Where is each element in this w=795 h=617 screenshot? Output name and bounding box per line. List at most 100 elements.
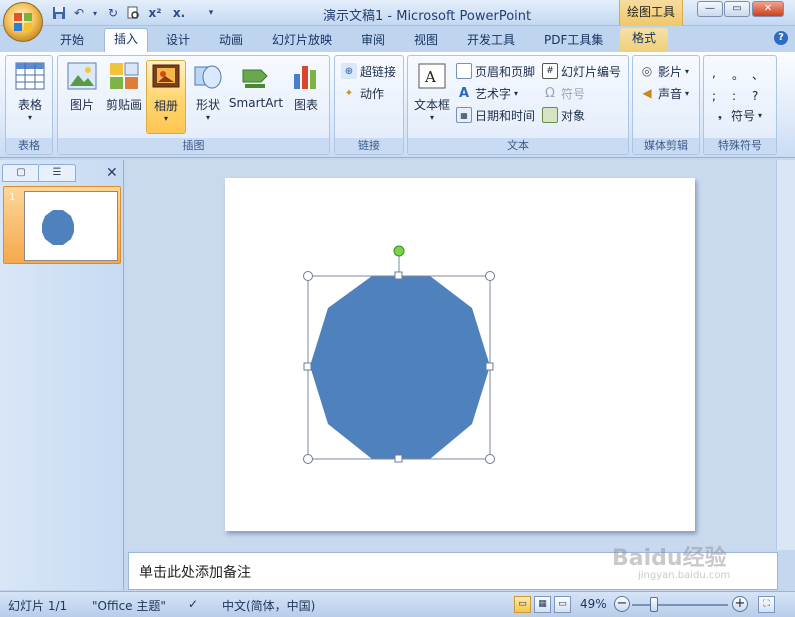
table-button[interactable]: 表格 ▾	[10, 60, 50, 134]
handle-top-right	[485, 271, 495, 281]
superscript-icon[interactable]: x²	[146, 4, 164, 22]
sound-label: 声音	[658, 86, 683, 101]
tab-insert[interactable]: 插入	[104, 28, 149, 52]
group-label-text: 文本	[408, 138, 628, 154]
tab-review[interactable]: 审阅	[361, 30, 385, 52]
symbol-enum-comma[interactable]: 、	[752, 66, 772, 83]
outline-tab[interactable]: ☰	[38, 164, 76, 182]
zoom-out-button[interactable]: −	[614, 596, 630, 612]
vertical-scrollbar[interactable]	[776, 160, 795, 550]
slideshow-view-button[interactable]: ▭	[554, 596, 571, 613]
watermark-sub: jingyan.baidu.com	[638, 570, 731, 581]
symbol-period[interactable]: 。	[732, 66, 752, 83]
tab-developer[interactable]: 开发工具	[467, 30, 515, 52]
save-icon[interactable]	[50, 4, 68, 22]
table-icon	[14, 60, 46, 92]
close-icon[interactable]: ✕	[106, 165, 118, 181]
slide-thumbnail[interactable]	[24, 191, 118, 261]
minimize-button[interactable]: —	[697, 1, 723, 17]
sound-button[interactable]: ◀ 声音 ▾	[639, 83, 689, 103]
language-indicator: 中文(简体，中国)	[222, 599, 316, 613]
svg-text:A: A	[424, 68, 436, 86]
symbol-colon[interactable]: :	[732, 89, 752, 103]
baidu-watermark: Baidu经验 jingyan.baidu.com	[612, 540, 752, 586]
speaker-icon: ◀	[642, 86, 652, 100]
chart-button[interactable]: 图表	[288, 60, 324, 134]
smartart-button[interactable]: SmartArt	[228, 60, 284, 134]
slide-number-icon: #	[542, 63, 558, 79]
table-button-label: 表格	[17, 98, 42, 112]
symbol-grid: , 。 、 ; : ?	[712, 66, 772, 103]
slide-canvas[interactable]	[225, 178, 695, 531]
movie-button[interactable]: ◎ 影片 ▾	[639, 61, 689, 81]
wordart-label: 艺术字	[475, 86, 512, 101]
wordart-button[interactable]: A 艺术字 ▾	[456, 83, 518, 103]
undo-dropdown-icon[interactable]: ▾	[86, 4, 104, 22]
wordart-icon: A	[458, 85, 470, 101]
textbox-button[interactable]: A 文本框 ▾	[412, 60, 452, 134]
zoom-slider-thumb[interactable]	[650, 597, 658, 612]
clipart-button[interactable]: 剪贴画	[104, 60, 144, 134]
symbol-semicolon[interactable]: ;	[712, 89, 732, 103]
maximize-button[interactable]: ▭	[724, 1, 750, 17]
clipart-icon	[108, 60, 140, 92]
header-footer-label: 页眉和页脚	[475, 64, 536, 79]
picture-button[interactable]: 图片	[64, 60, 100, 134]
special-symbol-button[interactable]: ❟ 符号 ▾	[712, 105, 762, 125]
tab-slideshow[interactable]: 幻灯片放映	[272, 30, 332, 52]
thumbnail-decagon	[42, 210, 74, 245]
action-button[interactable]: ✦ 动作	[341, 83, 384, 103]
customize-dropdown-icon[interactable]: ▾	[202, 4, 220, 22]
slide-number-button[interactable]: # 幻灯片编号	[542, 61, 621, 81]
hyperlink-button[interactable]: ⊕ 超链接	[341, 61, 396, 81]
tab-format[interactable]: 格式	[620, 28, 669, 52]
slide-thumb-number: 1	[9, 192, 16, 203]
picture-button-label: 图片	[69, 98, 94, 112]
theme-name: "Office 主题"	[92, 599, 166, 613]
movie-label: 影片	[658, 64, 683, 79]
date-time-label: 日期和时间	[475, 108, 536, 123]
shapes-button[interactable]: 形状 ▾	[190, 60, 226, 134]
subscript-icon[interactable]: x.	[170, 4, 188, 22]
symbol-button-disabled[interactable]: Ω 符号	[542, 83, 585, 103]
object-button[interactable]: 对象	[542, 105, 585, 125]
symbol-question[interactable]: ?	[752, 89, 772, 103]
symbol-comma[interactable]: ,	[712, 66, 732, 83]
tab-pdf-tools[interactable]: PDF工具集	[544, 30, 603, 52]
handle-bottom-mid	[394, 454, 403, 463]
handle-bottom-left	[303, 454, 313, 464]
handle-right-mid	[485, 362, 494, 371]
shapes-icon	[192, 60, 224, 92]
special-symbol-label: 符号	[731, 108, 756, 123]
omega-icon: Ω	[545, 85, 555, 101]
status-bar: 幻灯片 1/1 "Office 主题" ✓ 中文(简体，中国) ▭ ▦ ▭ 49…	[0, 591, 795, 617]
tab-view[interactable]: 视图	[414, 30, 438, 52]
header-footer-button[interactable]: 页眉和页脚	[456, 61, 535, 81]
normal-view-button[interactable]: ▭	[514, 596, 531, 613]
notes-placeholder: 单击此处添加备注	[139, 565, 251, 581]
textbox-label: 文本框	[413, 98, 450, 112]
zoom-in-button[interactable]: +	[732, 596, 748, 612]
photo-album-button[interactable]: 相册 ▾	[146, 60, 186, 134]
slide-sorter-button[interactable]: ▦	[534, 596, 551, 613]
slide-thumbnail-row[interactable]: 1	[3, 186, 121, 264]
date-time-button[interactable]: ▦ 日期和时间	[456, 105, 535, 125]
ribbon-tab-bar: 开始 插入 设计 动画 幻灯片放映 审阅 视图 开发工具 PDF工具集 格式	[0, 26, 795, 52]
tab-design[interactable]: 设计	[166, 30, 190, 52]
fit-to-window-button[interactable]: ⛶	[758, 596, 775, 613]
action-label: 动作	[360, 86, 385, 101]
help-icon[interactable]: ?	[774, 31, 788, 45]
window-title: 演示文稿1 - Microsoft PowerPoint	[323, 9, 532, 24]
zoom-slider-track[interactable]	[632, 604, 728, 606]
close-button[interactable]: ✕	[752, 1, 784, 17]
group-media: ◎ 影片 ▾ ◀ 声音 ▾ 媒体剪辑	[632, 55, 700, 155]
symbol-bullet-icon: ❟	[718, 109, 722, 121]
picture-icon	[66, 60, 98, 92]
tab-animation[interactable]: 动画	[219, 30, 243, 52]
tab-home[interactable]: 开始	[60, 30, 84, 52]
redo-icon[interactable]: ↻	[104, 4, 122, 22]
spellcheck-icon[interactable]: ✓	[188, 597, 198, 611]
print-preview-icon[interactable]	[124, 4, 142, 22]
slides-tab[interactable]: ▢	[2, 164, 40, 182]
office-button[interactable]	[3, 2, 43, 42]
